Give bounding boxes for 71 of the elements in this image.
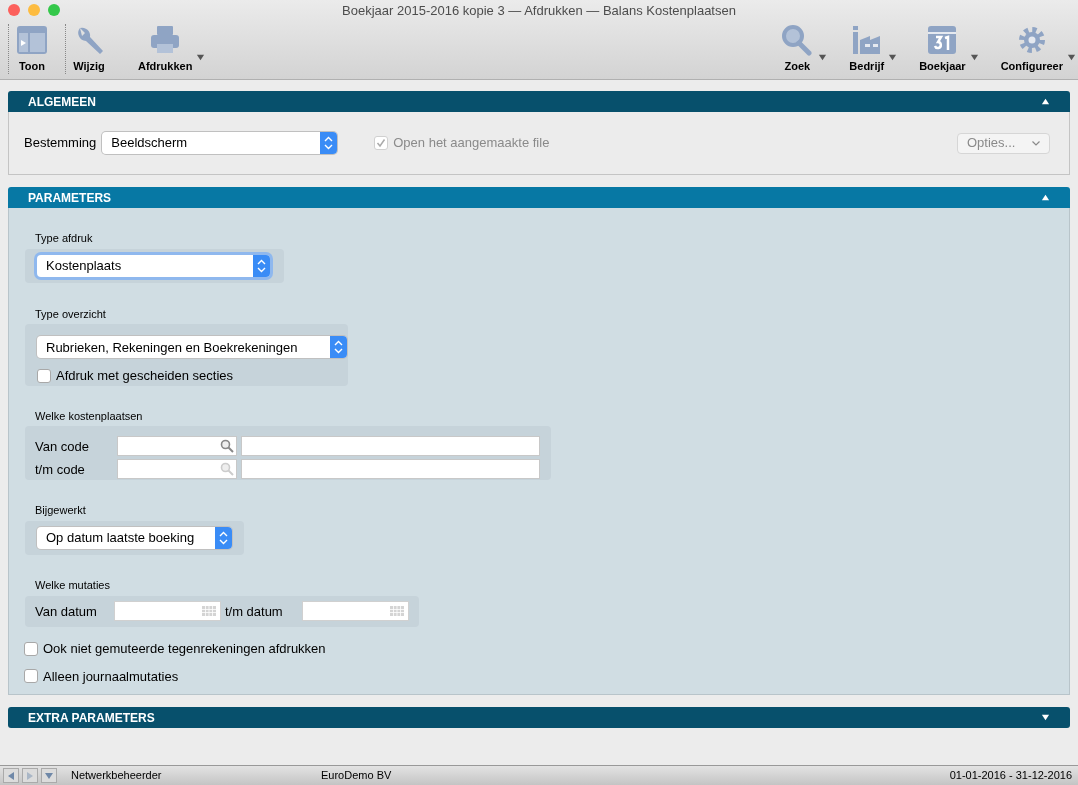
stepper-icon — [330, 336, 347, 359]
status-company: EuroDemo BV — [321, 768, 392, 784]
checkbox[interactable] — [37, 369, 51, 384]
stepper-icon — [215, 526, 232, 549]
section-header[interactable]: PARAMETERS — [8, 187, 1070, 208]
code-field[interactable] — [117, 436, 237, 457]
left-arrow-icon — [6, 770, 16, 781]
checkbox[interactable] — [24, 641, 38, 656]
dropdown[interactable]: Kostenplaats — [37, 254, 270, 277]
caret-icon — [1067, 53, 1076, 62]
status-period: 01-01-2016 - 31-12-2016 — [949, 768, 1073, 784]
toolbar-button[interactable]: Wijzig — [72, 24, 112, 74]
caret-icon — [969, 53, 979, 62]
collapse-icon — [1041, 193, 1050, 202]
field-label: t/m code — [35, 460, 86, 479]
section-title: PARAMETERS — [28, 189, 112, 207]
search-icon — [780, 24, 815, 56]
window-title: Boekjaar 2015-2016 kopie 3 — Afdrukken — Balans Kostenplaatsen — [342, 2, 736, 21]
section-header[interactable]: EXTRA PARAMETERS — [8, 707, 1070, 728]
dropdown[interactable]: Rubrieken, Rekeningen en Boekrekeningen — [37, 336, 347, 359]
caret-icon — [818, 53, 828, 62]
calendar-icon[interactable] — [201, 606, 216, 617]
next-button[interactable] — [22, 768, 38, 783]
group-label: Welke mutaties — [35, 578, 110, 594]
toolbar-button[interactable]: Zoek — [780, 24, 828, 74]
down-arrow-icon — [44, 770, 54, 781]
toolbar-button[interactable]: Boekjaar — [919, 24, 979, 74]
group-label: Bijgewerkt — [35, 503, 86, 519]
checkbox-label: Alleen journaalmutaties — [43, 667, 179, 686]
field-label: Bestemming — [24, 134, 97, 153]
section-title: ALGEMEEN — [28, 93, 96, 111]
section-title: EXTRA PARAMETERS — [28, 709, 155, 727]
stepper-icon — [253, 254, 270, 277]
search-icon[interactable] — [220, 439, 234, 454]
layout-icon — [15, 24, 49, 56]
toolbar-button[interactable]: Bedrijf — [849, 24, 898, 74]
field-label: Van code — [35, 437, 90, 456]
zoom-button[interactable] — [48, 4, 60, 16]
description-field[interactable] — [241, 459, 540, 480]
group-label: Type overzicht — [35, 306, 106, 322]
collapse-icon — [1041, 97, 1050, 106]
section-header[interactable]: ALGEMEEN — [8, 91, 1070, 112]
checkbox-label: Open het aangemaakte file — [393, 134, 550, 153]
checkbox-label: Afdruk met gescheiden secties — [56, 367, 234, 386]
caret-icon — [196, 53, 206, 62]
close-button[interactable] — [8, 4, 20, 16]
date-field[interactable] — [302, 601, 409, 622]
caret-icon — [888, 53, 898, 62]
dropdown[interactable]: Op datum laatste boeking — [37, 526, 232, 549]
chevron-icon — [1032, 140, 1040, 146]
checkbox-label: Ook niet gemuteerde tegenrekeningen afdrukken — [43, 640, 326, 658]
dropdown[interactable]: Beeldscherm — [102, 132, 338, 154]
group-label: Welke kostenplaatsen — [35, 408, 143, 424]
field-label: t/m datum — [224, 602, 284, 621]
toolbar-button[interactable]: Configureer — [1000, 24, 1076, 74]
right-arrow-icon — [25, 770, 35, 781]
field-label: Van datum — [35, 602, 98, 621]
date-field[interactable] — [114, 601, 221, 622]
toolbar-button[interactable]: Toon — [15, 24, 55, 74]
expand-icon — [1041, 713, 1050, 722]
previous-button[interactable] — [3, 768, 19, 783]
description-field[interactable] — [241, 436, 540, 457]
toolbar-button[interactable]: Afdrukken — [138, 24, 206, 74]
status-user: Netwerkbeheerder — [71, 768, 163, 784]
code-field[interactable] — [117, 459, 237, 480]
down-button[interactable] — [41, 768, 57, 783]
stepper-icon — [320, 132, 338, 154]
calendar-icon[interactable] — [390, 606, 404, 617]
minimize-button[interactable] — [28, 4, 40, 16]
checkbox[interactable] — [24, 669, 38, 684]
group-label: Type afdruk — [35, 231, 93, 246]
